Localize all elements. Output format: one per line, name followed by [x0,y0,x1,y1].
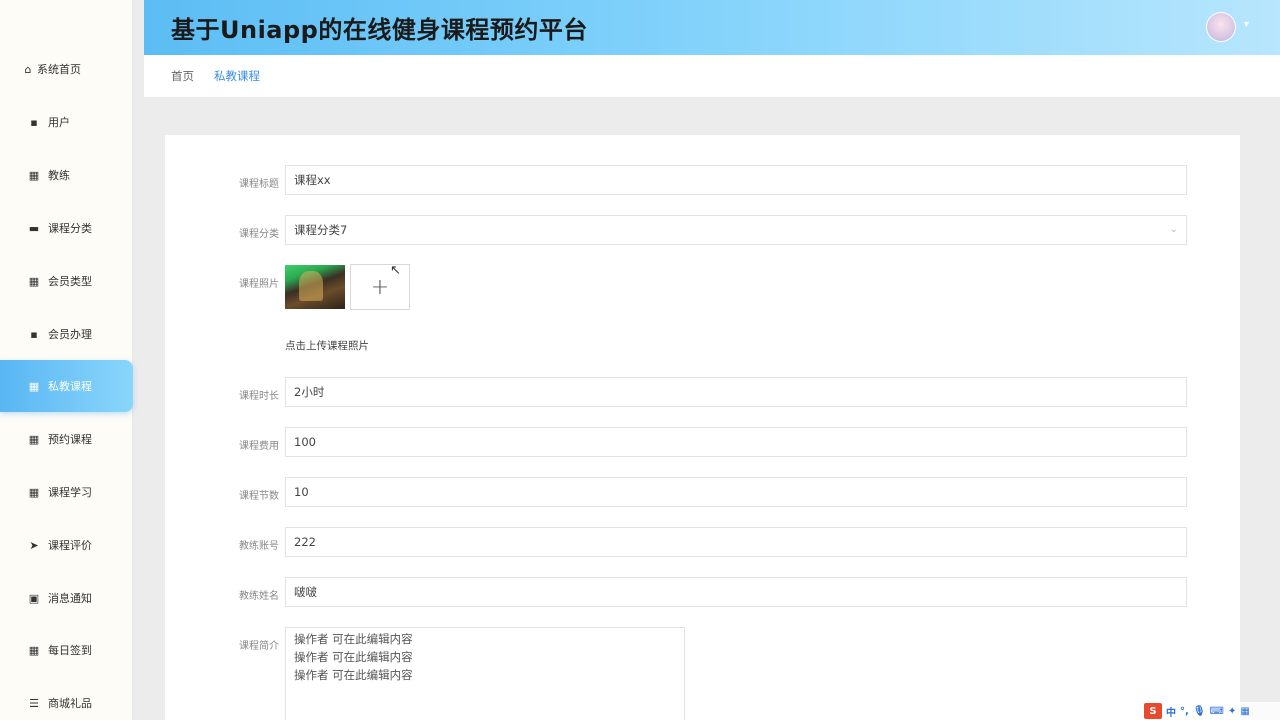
microphone-icon[interactable]: 🎙 [1193,706,1206,717]
sidebar-item-private-course[interactable]: ▦ 私教课程 [0,360,133,412]
category-label: 课程分类 [239,229,279,240]
sidebar-item-member-type[interactable]: ▦ 会员类型 [0,255,133,307]
sidebar-item-label: 课程分类 [48,222,92,235]
intro-label: 课程简介 [239,641,279,652]
sidebar-item-users[interactable]: ▪ 用户 [0,96,133,148]
sidebar-item-course-review[interactable]: ➤ 课程评价 [0,519,133,571]
skin-icon[interactable]: ✦ [1228,706,1236,717]
user-icon: ▪ [30,115,38,129]
intro-line: 操作者 可在此编辑内容 [294,668,413,682]
grid-icon[interactable]: ▦ [1240,706,1249,717]
duration-label: 课程时长 [239,391,279,402]
duration-input[interactable]: 2小时 [285,377,1187,407]
sessions-label: 课程节数 [239,491,279,502]
coach-name-label: 教练姓名 [239,591,279,602]
category-select[interactable]: 课程分类7 ⌄ [285,215,1187,245]
clipboard-icon: ▣ [28,591,40,605]
grid-icon: ▦ [28,379,40,393]
sidebar-item-label: 私教课程 [48,380,92,393]
coach-name-input[interactable]: 啵啵 [285,577,1187,607]
sidebar-item-label: 课程评价 [48,539,92,552]
upload-button[interactable]: + [350,264,410,310]
sidebar-item-course-study[interactable]: ▦ 课程学习 [0,466,133,518]
sidebar-item-coach[interactable]: ▦ 教练 [0,149,133,201]
ime-toolbar: S 中 °, 🎙 ⌨ ✦ ▦ [1140,702,1280,720]
home-icon: ⌂ [24,62,32,76]
breadcrumb-current: 私教课程 [214,69,260,83]
ticket-icon: ▬ [28,221,40,235]
fee-label: 课程费用 [239,441,279,452]
coach-account-label: 教练账号 [239,541,279,552]
app-title: 基于Uniapp的在线健身课程预约平台 [171,16,588,44]
sidebar-item-notifications[interactable]: ▣ 消息通知 [0,572,133,624]
card-icon: ▪ [30,327,38,341]
ime-language[interactable]: 中 [1166,704,1176,719]
top-header: 基于Uniapp的在线健身课程预约平台 ▾ [144,0,1280,55]
sidebar-item-booking[interactable]: ▦ 预约课程 [0,413,133,465]
coach-account-input[interactable]: 222 [285,527,1187,557]
course-photo-thumbnail[interactable] [285,265,345,309]
sidebar-item-label: 教练 [48,169,70,182]
avatar[interactable] [1206,12,1236,42]
mouse-cursor-icon: ↖ [390,263,401,278]
list-icon: ☰ [29,696,39,710]
photo-label: 课程照片 [239,279,279,290]
sidebar-item-label: 商城礼品 [48,697,92,710]
chevron-down-icon: ⌄ [1169,224,1178,235]
sidebar-item-label: 消息通知 [48,592,92,605]
sidebar-item-label: 用户 [48,116,70,129]
grid-icon: ▦ [28,274,40,288]
sidebar-item-label: 预约课程 [48,433,92,446]
grid-icon: ▦ [28,485,40,499]
sogou-logo-icon[interactable]: S [1144,703,1162,719]
breadcrumb: 首页 私教课程 [144,55,1280,97]
breadcrumb-home[interactable]: 首页 [171,68,194,84]
title-input[interactable]: 课程xx [285,165,1187,195]
grid-icon: ▦ [28,643,40,657]
grid-icon: ▦ [28,168,40,182]
intro-editor[interactable]: 操作者 可在此编辑内容 操作者 可在此编辑内容 操作者 可在此编辑内容 [285,627,685,720]
category-select-value: 课程分类7 [294,223,348,237]
intro-line: 操作者 可在此编辑内容 [294,650,413,664]
keyboard-icon[interactable]: ⌨ [1210,706,1224,717]
upload-hint: 点击上传课程照片 [285,340,369,352]
sidebar-item-home[interactable]: ⌂ 系统首页 [0,43,133,95]
sidebar-item-course-category[interactable]: ▬ 课程分类 [0,202,133,254]
sidebar-item-member-apply[interactable]: ▪ 会员办理 [0,308,133,360]
sidebar-item-label: 会员类型 [48,275,92,288]
sidebar-item-label: 每日签到 [48,644,92,657]
sidebar-item-checkin[interactable]: ▦ 每日签到 [0,624,133,676]
punctuation-icon[interactable]: °, [1180,706,1189,717]
course-form: 课程标题 课程xx 课程分类 课程分类7 ⌄ 课程照片 + 点击上传课程照片 课… [165,135,1240,720]
caret-down-icon[interactable]: ▾ [1244,19,1249,30]
sidebar-item-label: 课程学习 [48,486,92,499]
sidebar-item-gifts[interactable]: ☰ 商城礼品 [0,677,133,720]
grid-icon: ▦ [28,432,40,446]
sessions-input[interactable]: 10 [285,477,1187,507]
intro-line: 操作者 可在此编辑内容 [294,632,413,646]
sidebar-item-label: 会员办理 [48,328,92,341]
send-icon: ➤ [29,538,39,552]
sidebar: ⌂ 系统首页 ▪ 用户 ▦ 教练 ▬ 课程分类 ▦ 会员类型 ▪ 会员办理 ▦ … [0,0,133,720]
fee-input[interactable]: 100 [285,427,1187,457]
sidebar-item-label: 系统首页 [37,63,81,76]
title-label: 课程标题 [239,179,279,190]
